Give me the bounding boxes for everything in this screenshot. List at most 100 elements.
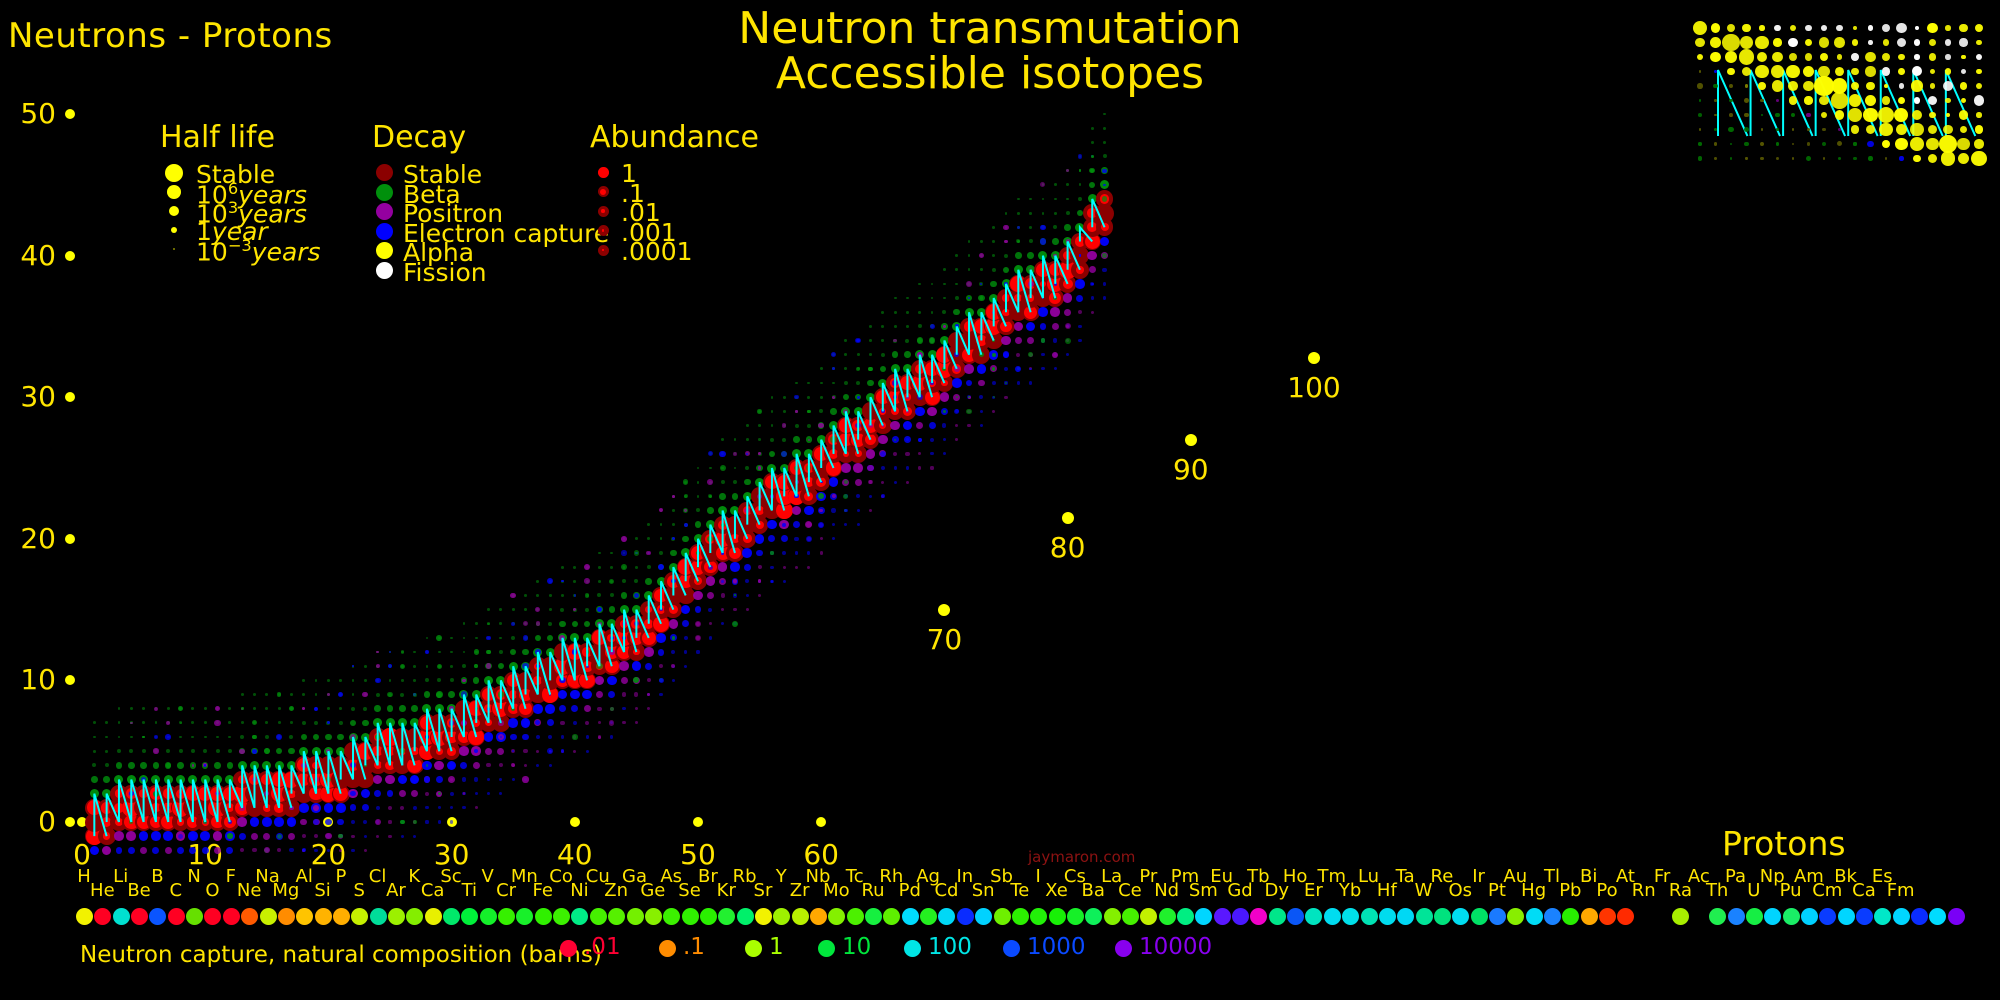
capture-cross-section-dot[interactable] [1140, 908, 1158, 925]
capture-cross-section-dot[interactable] [1397, 908, 1415, 925]
capture-cross-section-dot[interactable] [1525, 908, 1543, 925]
capture-cross-section-dot[interactable] [149, 908, 167, 925]
capture-cross-section-dot[interactable] [479, 908, 497, 925]
capture-cross-section-dot[interactable] [387, 908, 405, 925]
capture-cross-section-dot[interactable] [1488, 908, 1506, 925]
capture-cross-section-dot[interactable] [1103, 908, 1121, 925]
capture-cross-section-dot[interactable] [920, 908, 938, 925]
capture-cross-section-dot[interactable] [1030, 908, 1048, 925]
capture-cross-section-dot[interactable] [424, 908, 442, 925]
capture-cross-section-dot[interactable] [296, 908, 314, 925]
capture-cross-section-dot[interactable] [773, 908, 791, 925]
capture-cross-section-dot[interactable] [314, 908, 332, 925]
capture-cross-section-dot[interactable] [186, 908, 204, 925]
capture-cross-section-dot[interactable] [498, 908, 516, 925]
capture-cross-section-dot[interactable] [1911, 908, 1928, 925]
capture-cross-section-dot[interactable] [1709, 908, 1727, 925]
capture-cross-section-dot[interactable] [754, 908, 772, 925]
capture-cross-section-dot[interactable] [1213, 908, 1231, 925]
capture-cross-section-dot[interactable] [1544, 908, 1561, 925]
capture-cross-section-dot[interactable] [681, 908, 699, 925]
capture-cross-section-dot[interactable] [1085, 908, 1103, 925]
capture-cross-section-dot[interactable] [1048, 908, 1066, 925]
capture-cross-section-dot[interactable] [1470, 908, 1488, 925]
capture-cross-section-dot[interactable] [553, 908, 571, 925]
capture-cross-section-dot[interactable] [1452, 908, 1470, 925]
capture-cross-section-dot[interactable] [1929, 908, 1947, 925]
capture-cross-section-dot[interactable] [865, 908, 883, 925]
capture-cross-section-dot[interactable] [131, 908, 149, 925]
capture-cross-section-dot[interactable] [1011, 908, 1029, 925]
capture-cross-section-dot[interactable] [222, 908, 240, 925]
capture-cross-section-dot[interactable] [718, 908, 736, 925]
capture-cross-section-dot[interactable] [1782, 908, 1800, 925]
capture-cross-section-dot[interactable] [1580, 908, 1598, 925]
capture-cross-section-dot[interactable] [626, 908, 644, 925]
capture-cross-section-dot[interactable] [1855, 908, 1873, 925]
capture-cross-section-dot[interactable] [883, 908, 901, 925]
capture-cross-section-dot[interactable] [1121, 908, 1139, 925]
capture-cross-section-dot[interactable] [1599, 908, 1617, 925]
capture-cross-section-dot[interactable] [76, 908, 93, 925]
capture-cross-section-dot[interactable] [204, 908, 222, 925]
capture-cross-section-dot[interactable] [1819, 908, 1837, 925]
capture-cross-section-dot[interactable] [1268, 908, 1286, 925]
capture-cross-section-dot[interactable] [699, 908, 717, 925]
capture-cross-section-dot[interactable] [1764, 908, 1782, 925]
capture-cross-section-dot[interactable] [1342, 908, 1360, 925]
capture-cross-section-dot[interactable] [1415, 908, 1433, 925]
capture-cross-section-dot[interactable] [1360, 908, 1378, 925]
capture-cross-section-dot[interactable] [589, 908, 607, 925]
capture-cross-section-dot[interactable] [241, 908, 259, 925]
capture-cross-section-dot[interactable] [443, 908, 460, 925]
capture-cross-section-dot[interactable] [901, 908, 919, 925]
capture-cross-section-dot[interactable] [608, 908, 626, 925]
capture-cross-section-dot[interactable] [938, 908, 956, 925]
capture-cross-section-dot[interactable] [1323, 908, 1341, 925]
capture-cross-section-dot[interactable] [1562, 908, 1580, 925]
capture-cross-section-dot[interactable] [1837, 908, 1855, 925]
capture-cross-section-dot[interactable] [1433, 908, 1451, 925]
capture-cross-section-dot[interactable] [259, 908, 277, 925]
capture-cross-section-dot[interactable] [1066, 908, 1084, 925]
capture-cross-section-dot[interactable] [810, 908, 827, 925]
capture-cross-section-dot[interactable] [167, 908, 185, 925]
capture-cross-section-dot[interactable] [1195, 908, 1213, 925]
capture-cross-section-dot[interactable] [975, 908, 993, 925]
capture-cross-section-dot[interactable] [571, 908, 589, 925]
capture-cross-section-dot[interactable] [1800, 908, 1818, 925]
capture-cross-section-dot[interactable] [1507, 908, 1525, 925]
capture-cross-section-dot[interactable] [993, 908, 1011, 925]
capture-cross-section-dot[interactable] [369, 908, 387, 925]
capture-cross-section-dot[interactable] [516, 908, 534, 925]
capture-cross-section-dot[interactable] [956, 908, 974, 925]
capture-cross-section-dot[interactable] [277, 908, 295, 925]
capture-cross-section-dot[interactable] [1158, 908, 1176, 925]
capture-cross-section-dot[interactable] [351, 908, 369, 925]
capture-cross-section-dot[interactable] [94, 908, 112, 925]
capture-cross-section-dot[interactable] [1287, 908, 1305, 925]
capture-cross-section-dot[interactable] [1672, 908, 1690, 925]
capture-cross-section-dot[interactable] [112, 908, 130, 925]
capture-cross-section-dot[interactable] [1745, 908, 1763, 925]
capture-cross-section-dot[interactable] [1378, 908, 1396, 925]
capture-cross-section-dot[interactable] [791, 908, 809, 925]
capture-cross-section-dot[interactable] [1232, 908, 1250, 925]
capture-cross-section-dot[interactable] [1727, 908, 1745, 925]
capture-cross-section-dot[interactable] [461, 908, 479, 925]
capture-cross-section-dot[interactable] [1892, 908, 1910, 925]
capture-cross-section-dot[interactable] [332, 908, 350, 925]
capture-cross-section-dot[interactable] [1947, 908, 1965, 925]
capture-cross-section-dot[interactable] [663, 908, 681, 925]
capture-cross-section-dot[interactable] [534, 908, 552, 925]
capture-cross-section-dot[interactable] [406, 908, 424, 925]
capture-cross-section-dot[interactable] [1617, 908, 1635, 925]
capture-cross-section-dot[interactable] [846, 908, 864, 925]
capture-cross-section-dot[interactable] [1177, 908, 1194, 925]
capture-cross-section-dot[interactable] [1874, 908, 1892, 925]
capture-cross-section-dot[interactable] [644, 908, 662, 925]
capture-cross-section-dot[interactable] [736, 908, 754, 925]
capture-cross-section-dot[interactable] [1305, 908, 1323, 925]
capture-cross-section-dot[interactable] [1250, 908, 1268, 925]
capture-cross-section-dot[interactable] [828, 908, 846, 925]
